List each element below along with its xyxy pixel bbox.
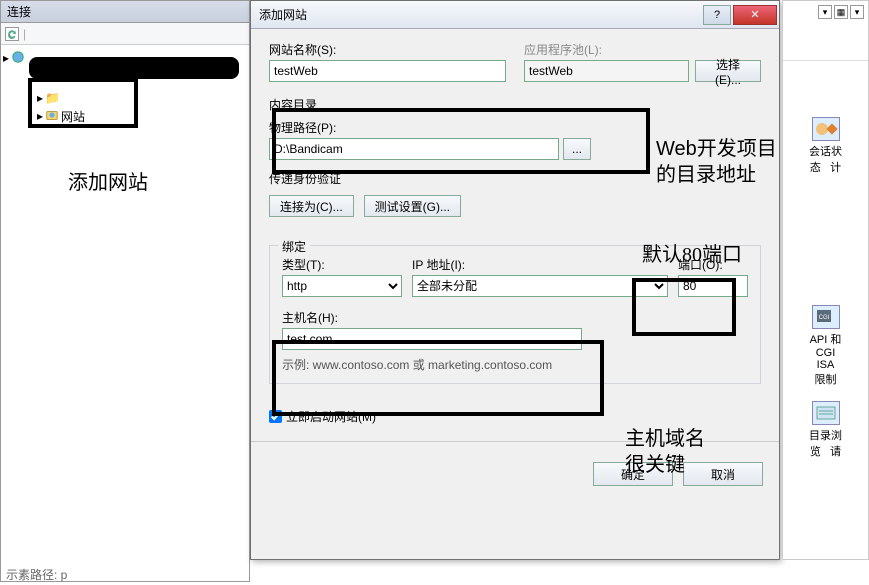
annotation-box-host [272, 340, 604, 416]
connections-header: 连接 [1, 1, 249, 23]
connections-toolbar: | [1, 23, 249, 45]
directory-browsing-icon [812, 401, 840, 425]
view-icon[interactable]: ▦ [834, 5, 848, 19]
dropdown-icon[interactable]: ▾ [818, 5, 832, 19]
connect-as-button[interactable]: 连接为(C)... [269, 195, 354, 217]
server-icon [11, 50, 25, 67]
annotation-box-port [632, 278, 736, 336]
select-apppool-button[interactable]: 选择(E)... [695, 60, 761, 82]
binding-legend: 绑定 [278, 238, 310, 255]
feature-label: 会话状态 计 [806, 143, 846, 175]
refresh-icon[interactable] [5, 27, 19, 41]
feature-label: 目录浏览 请 [806, 427, 846, 459]
site-name-label: 网站名称(S): [269, 41, 506, 58]
redacted-scribble [29, 57, 239, 79]
svg-text:CGI: CGI [818, 315, 829, 321]
test-settings-button[interactable]: 测试设置(G)... [364, 195, 461, 217]
feature-isapi-cgi[interactable]: CGI API 和 CGI ISA限制 [806, 305, 846, 387]
annotation-box-path [272, 108, 650, 174]
annotation-add-site: 添加网站 [68, 170, 148, 196]
host-label: 主机名(H): [282, 311, 338, 325]
site-name-input[interactable] [269, 60, 506, 82]
ip-select[interactable]: 全部未分配 [412, 275, 668, 297]
annotation-webdir: Web开发项目的目录地址 [656, 136, 777, 188]
dialog-titlebar: 添加网站 ? ✕ [251, 1, 779, 29]
divider-icon: | [23, 27, 26, 41]
feature-directory-browsing[interactable]: 目录浏览 请 [806, 401, 846, 459]
help-button[interactable]: ? [703, 5, 731, 25]
type-label: 类型(T): [282, 256, 402, 273]
right-features-panel: ▾ ▦ ▾ 会话状态 计 CGI API 和 CGI ISA限制 目录浏览 请 [782, 0, 869, 560]
ip-label: IP 地址(I): [412, 256, 668, 273]
apppool-input [524, 60, 689, 82]
type-select[interactable]: http [282, 275, 402, 297]
session-state-icon [812, 117, 840, 141]
annotation-box-tree [28, 78, 138, 128]
annotation-host: 主机域名很关键 [625, 426, 705, 478]
dialog-title: 添加网站 [259, 6, 307, 23]
feature-label: API 和 CGI ISA限制 [806, 331, 846, 387]
chevron-down-icon[interactable]: ▾ [850, 5, 864, 19]
isapi-cgi-icon: CGI [812, 305, 840, 329]
expand-icon[interactable]: ▸ [3, 51, 9, 65]
right-toolbar: ▾ ▦ ▾ [783, 1, 868, 61]
close-button[interactable]: ✕ [733, 5, 777, 25]
annotation-port: 默认80端口 [642, 242, 742, 268]
feature-session-state[interactable]: 会话状态 计 [806, 117, 846, 175]
